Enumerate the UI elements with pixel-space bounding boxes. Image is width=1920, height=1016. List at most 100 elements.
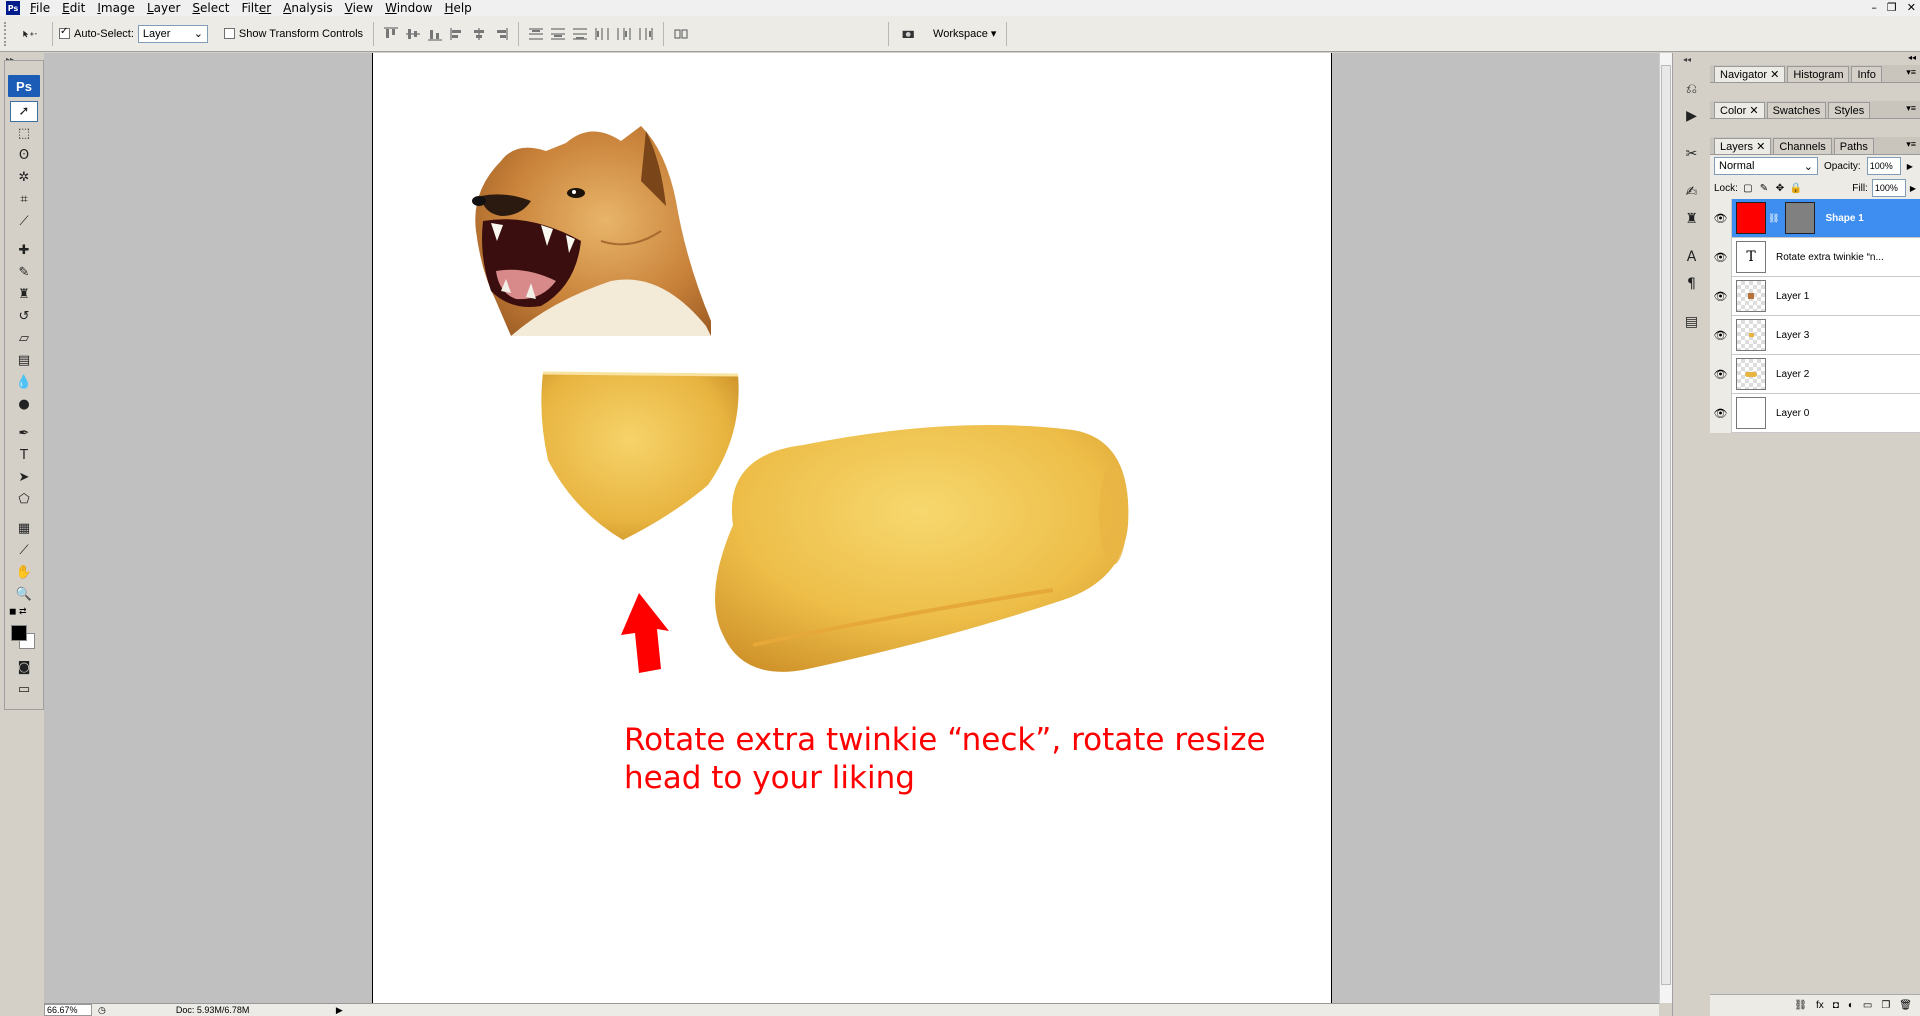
tool-presets-icon[interactable]: ✂ <box>1679 142 1705 166</box>
app-icon[interactable]: Ps <box>6 1 20 15</box>
clone-source-icon[interactable]: ♜ <box>1679 207 1705 231</box>
distribute-left-icon[interactable] <box>593 26 611 42</box>
layer-row-shape-1[interactable]: 👁 ⛓ Shape 1 <box>1710 198 1920 238</box>
lasso-tool-icon[interactable]: ʘ <box>10 145 38 166</box>
brushes-panel-icon[interactable]: ✍ <box>1679 180 1705 204</box>
distribute-bottom-icon[interactable] <box>571 26 589 42</box>
layer-row-layer-0[interactable]: 👁 Layer 0 <box>1710 393 1920 433</box>
menu-select[interactable]: Select <box>186 0 235 16</box>
gradient-tool-icon[interactable]: ▤ <box>10 350 38 371</box>
doge-head-image[interactable] <box>471 121 721 341</box>
type-tool-icon[interactable]: T <box>10 445 38 466</box>
tab-info[interactable]: Info <box>1851 66 1882 82</box>
character-panel-icon[interactable]: A <box>1679 245 1705 269</box>
align-hcenter-icon[interactable] <box>470 26 488 42</box>
panel-menu-icon[interactable]: ▾≡ <box>1906 139 1916 150</box>
align-right-icon[interactable] <box>492 26 510 42</box>
menu-view[interactable]: View <box>339 0 379 16</box>
eye-icon[interactable]: 👁 <box>1710 354 1732 394</box>
panel-menu-icon[interactable]: ▾≡ <box>1906 103 1916 114</box>
align-vcenter-icon[interactable] <box>404 26 422 42</box>
layer-row-layer-1[interactable]: 👁 Layer 1 <box>1710 276 1920 316</box>
menu-image[interactable]: Image <box>91 0 141 16</box>
align-bottom-icon[interactable] <box>426 26 444 42</box>
tab-styles[interactable]: Styles <box>1828 102 1871 118</box>
auto-select-dropdown[interactable]: Layer ⌄ <box>137 24 208 43</box>
distribute-right-icon[interactable] <box>637 26 655 42</box>
layer-row-layer-2[interactable]: 👁 Layer 2 <box>1710 354 1920 394</box>
auto-align-layers-icon[interactable] <box>672 26 690 42</box>
collapse-icon[interactable]: ◂◂ <box>1673 53 1710 66</box>
lock-all-icon[interactable]: 🔒 <box>1790 182 1802 194</box>
annotation-arrow-icon[interactable] <box>617 593 673 673</box>
swap-colors-icon[interactable]: ◼ ⇄ <box>5 606 43 617</box>
fill-arrow-icon[interactable]: ▶ <box>1910 184 1916 193</box>
panel-menu-icon[interactable]: ▾≡ <box>1906 67 1916 78</box>
toolbox-grip[interactable] <box>5 61 43 73</box>
distribute-hcenter-icon[interactable] <box>615 26 633 42</box>
tab-histogram[interactable]: Histogram <box>1787 66 1850 82</box>
path-selection-tool-icon[interactable]: ➤ <box>10 467 38 488</box>
tab-paths[interactable]: Paths <box>1833 138 1874 154</box>
tab-color[interactable]: Color ✕ <box>1714 102 1765 118</box>
menu-filter[interactable]: Filter <box>235 0 277 16</box>
twinkie-main-image[interactable] <box>693 405 1133 680</box>
workspace-button[interactable]: Workspace ▾ <box>933 27 996 40</box>
notes-tool-icon[interactable]: ▦ <box>10 518 38 539</box>
crop-tool-icon[interactable]: ⌗ <box>10 189 38 210</box>
panels-collapse-icon[interactable]: ◂◂ <box>1710 53 1920 65</box>
foreground-color-swatch[interactable] <box>11 625 27 641</box>
minimize-button[interactable]: – <box>1871 0 1877 16</box>
fill-field[interactable]: 100% <box>1871 179 1906 197</box>
move-tool-preset-icon[interactable] <box>14 26 44 42</box>
move-tool-icon[interactable]: ➚ <box>10 101 38 122</box>
lock-position-icon[interactable]: ✥ <box>1774 182 1786 194</box>
eye-icon[interactable]: 👁 <box>1710 276 1732 316</box>
menu-window[interactable]: Window <box>379 0 438 16</box>
color-swatch[interactable] <box>9 623 39 651</box>
go-to-bridge-icon[interactable] <box>897 26 921 42</box>
eye-icon[interactable]: 👁 <box>1710 237 1732 277</box>
canvas[interactable]: Rotate extra twinkie “neck”, rotate resi… <box>372 53 1332 1003</box>
layer-style-icon[interactable]: fx <box>1816 1000 1824 1011</box>
layer-row-layer-3[interactable]: 👁 Layer 3 <box>1710 315 1920 355</box>
slice-tool-icon[interactable]: ⟋ <box>10 211 38 232</box>
opacity-field[interactable]: 100% <box>1866 157 1901 175</box>
show-transform-checkbox[interactable] <box>223 28 235 39</box>
new-group-icon[interactable]: ▭ <box>1863 1000 1872 1011</box>
auto-select-checkbox[interactable] <box>59 26 70 39</box>
restore-button[interactable]: ❐ <box>1887 0 1897 16</box>
lock-image-icon[interactable]: ✎ <box>1758 182 1770 194</box>
magic-wand-tool-icon[interactable]: ✲ <box>10 167 38 188</box>
eraser-tool-icon[interactable]: ▱ <box>10 328 38 349</box>
healing-brush-tool-icon[interactable]: ✚ <box>10 240 38 261</box>
tab-channels[interactable]: Channels <box>1773 138 1832 154</box>
lock-transparency-icon[interactable]: ▢ <box>1742 182 1754 194</box>
align-top-icon[interactable] <box>382 26 400 42</box>
opacity-arrow-icon[interactable]: ▶ <box>1907 162 1913 171</box>
screen-mode-icon[interactable]: ▭ <box>10 679 38 700</box>
annotation-text-layer[interactable]: Rotate extra twinkie “neck”, rotate resi… <box>624 721 1284 797</box>
tab-navigator[interactable]: Navigator ✕ <box>1714 66 1786 82</box>
options-grip[interactable] <box>4 21 12 46</box>
link-chain-icon[interactable]: ⛓ <box>1768 213 1779 224</box>
new-layer-icon[interactable]: ❐ <box>1881 1000 1890 1011</box>
dodge-tool-icon[interactable]: ● <box>10 394 38 415</box>
eye-icon[interactable]: 👁 <box>1710 393 1732 433</box>
status-info-icon[interactable]: ◷ <box>98 1005 106 1016</box>
eyedropper-tool-icon[interactable]: ⟋ <box>10 540 38 561</box>
vertical-scrollbar[interactable] <box>1659 53 1672 1003</box>
history-panel-icon[interactable]: ⎌ <box>1679 77 1705 101</box>
tab-swatches[interactable]: Swatches <box>1766 102 1827 118</box>
scrollbar-thumb[interactable] <box>1661 65 1671 985</box>
zoom-tool-icon[interactable]: 🔍 <box>10 584 38 605</box>
history-brush-tool-icon[interactable]: ↺ <box>10 306 38 327</box>
blur-tool-icon[interactable]: 💧 <box>10 372 38 393</box>
layer-row-text[interactable]: 👁 T Rotate extra twinkie “n... <box>1710 237 1920 277</box>
layer-comps-icon[interactable]: ▤ <box>1679 310 1705 334</box>
marquee-tool-icon[interactable]: ⬚ <box>10 123 38 144</box>
zoom-field[interactable]: 66.67% <box>44 1004 92 1016</box>
link-layers-icon[interactable]: ⛓ <box>1794 1000 1807 1011</box>
eye-icon[interactable]: 👁 <box>1710 198 1732 238</box>
align-left-icon[interactable] <box>448 26 466 42</box>
